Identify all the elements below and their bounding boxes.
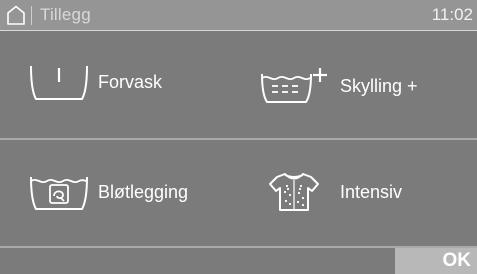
option-label: Bløtlegging [98, 181, 189, 202]
display-screen: Tillegg 11:02 Forvask Skylling + Bløtleg… [0, 0, 477, 274]
soak-tub-icon [30, 176, 88, 210]
extra-rinse-icon [261, 68, 327, 103]
screen-title: Tillegg [40, 5, 91, 24]
option-label: Forvask [98, 71, 163, 92]
option-label: Skylling + [340, 75, 418, 96]
option-extra-rinse[interactable]: Skylling + [258, 66, 418, 106]
row-divider [0, 138, 477, 140]
option-label: Intensiv [340, 181, 403, 202]
clock: 11:02 [431, 5, 473, 24]
status-separator [31, 6, 32, 25]
prewash-tub-icon [30, 65, 88, 100]
intensive-shirt-icon [269, 173, 319, 211]
ok-button[interactable]: OK [395, 248, 477, 274]
home-icon[interactable] [5, 4, 27, 26]
option-soak[interactable]: Bløtlegging [28, 171, 188, 213]
option-prewash[interactable]: Forvask [28, 62, 162, 102]
status-bar: Tillegg 11:02 [0, 0, 477, 31]
option-intensive[interactable]: Intensiv [268, 171, 402, 213]
